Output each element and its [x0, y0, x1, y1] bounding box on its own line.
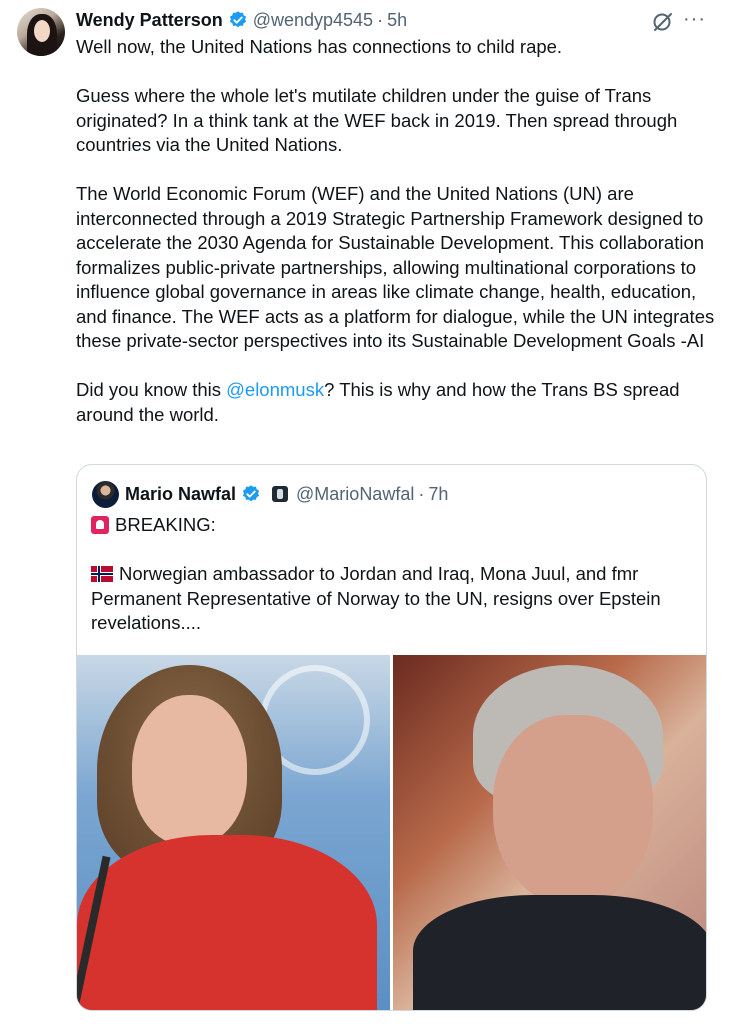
quoted-line-breaking: BREAKING:: [115, 514, 216, 535]
grok-icon[interactable]: [651, 10, 675, 34]
man-face: [493, 715, 653, 905]
post-header: Wendy Patterson @wendyp4545 · 5h: [76, 9, 407, 31]
post-avatar[interactable]: [17, 8, 65, 56]
quoted-body: BREAKING: Norwegian ambassador to Jordan…: [91, 513, 691, 636]
text-before-mention: Did you know this: [76, 379, 227, 400]
affiliate-badge-icon: [272, 486, 289, 502]
verified-badge-icon: [228, 10, 248, 30]
quoted-post[interactable]: Mario Nawfal @MarioNawfal · 7h BREAKING:…: [76, 464, 707, 1011]
woman-jacket: [77, 835, 377, 1010]
quoted-media[interactable]: [77, 655, 706, 1010]
man-shirt: [413, 895, 706, 1010]
author-name[interactable]: Wendy Patterson: [76, 10, 223, 31]
post-paragraph-last: Did you know this @elonmusk? This is why…: [76, 378, 716, 427]
quoted-time[interactable]: 7h: [428, 484, 448, 505]
more-icon[interactable]: ···: [683, 9, 706, 29]
author-handle[interactable]: @wendyp4545: [253, 10, 373, 31]
norway-flag-icon: [91, 566, 113, 582]
post-paragraph: Well now, the United Nations has connect…: [76, 36, 563, 57]
quoted-handle[interactable]: @MarioNawfal: [296, 484, 414, 505]
post-paragraph: The World Economic Forum (WEF) and the U…: [76, 183, 715, 351]
post-paragraph: Guess where the whole let's mutilate chi…: [76, 85, 678, 155]
quoted-author-name[interactable]: Mario Nawfal: [125, 484, 236, 505]
media-photo-right[interactable]: [393, 655, 706, 1010]
siren-emoji-icon: [91, 516, 109, 534]
avatar-face: [34, 20, 50, 42]
woman-face: [132, 695, 247, 845]
post-body: Well now, the United Nations has connect…: [76, 35, 716, 427]
verified-badge-icon: [241, 484, 261, 504]
quoted-line-news: Norwegian ambassador to Jordan and Iraq,…: [91, 563, 661, 633]
separator-dot: ·: [377, 9, 384, 30]
media-photo-left[interactable]: [77, 655, 390, 1010]
mention-link[interactable]: @elonmusk: [226, 379, 324, 400]
separator-dot: ·: [418, 483, 425, 504]
quoted-avatar[interactable]: [92, 481, 119, 508]
quoted-header: Mario Nawfal @MarioNawfal · 7h: [125, 482, 448, 506]
post-time[interactable]: 5h: [387, 10, 407, 31]
